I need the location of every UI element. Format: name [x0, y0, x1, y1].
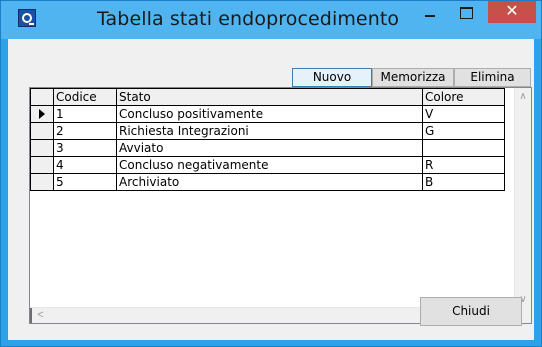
- table-header-row: Codice Stato Colore: [30, 88, 505, 106]
- title-bar[interactable]: Tabella stati endoprocedimento ✕: [1, 1, 541, 39]
- cell-colore[interactable]: B: [422, 173, 505, 191]
- cell-codice[interactable]: 1: [53, 105, 117, 123]
- table-row[interactable]: 1 Concluso positivamente V: [30, 105, 505, 123]
- column-header-stato[interactable]: Stato: [116, 88, 423, 106]
- cell-colore[interactable]: [422, 139, 505, 157]
- row-selector[interactable]: [30, 173, 54, 191]
- save-button[interactable]: Memorizza: [372, 68, 454, 87]
- cell-stato[interactable]: Archiviato: [116, 173, 423, 191]
- table-row[interactable]: 3 Avviato: [30, 139, 505, 157]
- cell-codice[interactable]: 5: [53, 173, 117, 191]
- column-header-codice[interactable]: Codice: [53, 88, 117, 106]
- cell-codice[interactable]: 3: [53, 139, 117, 157]
- vertical-scrollbar[interactable]: ∧ ∨: [514, 88, 531, 308]
- minimize-icon: [425, 15, 435, 17]
- cell-colore[interactable]: R: [422, 156, 505, 174]
- maximize-icon: [460, 7, 473, 19]
- close-button[interactable]: Chiudi: [420, 297, 522, 326]
- close-window-button[interactable]: ✕: [488, 1, 536, 23]
- cell-colore[interactable]: G: [422, 122, 505, 140]
- new-button[interactable]: Nuovo: [292, 68, 372, 87]
- column-header-colore[interactable]: Colore: [422, 88, 505, 106]
- table-row[interactable]: 5 Archiviato B: [30, 173, 505, 191]
- chevron-up-icon[interactable]: ∧: [515, 88, 531, 105]
- row-selector[interactable]: [30, 105, 54, 123]
- cell-stato[interactable]: Avviato: [116, 139, 423, 157]
- close-icon: ✕: [505, 1, 519, 20]
- dialog-window: Tabella stati endoprocedimento ✕ Nuovo M…: [0, 0, 542, 347]
- current-row-arrow-icon: [39, 109, 45, 119]
- minimize-button[interactable]: [416, 1, 443, 31]
- cell-codice[interactable]: 2: [53, 122, 117, 140]
- maximize-button[interactable]: [452, 1, 480, 31]
- row-selector-header: [30, 88, 54, 106]
- row-selector[interactable]: [30, 156, 54, 174]
- row-selector[interactable]: [30, 122, 54, 140]
- table-row[interactable]: 4 Concluso negativamente R: [30, 156, 505, 174]
- states-table: Codice Stato Colore 1 Concluso positivam…: [30, 88, 505, 191]
- cell-stato[interactable]: Concluso negativamente: [116, 156, 423, 174]
- dialog-client-area: Nuovo Memorizza Elimina Codice Stato Col…: [8, 39, 534, 340]
- window-title: Tabella stati endoprocedimento: [97, 8, 400, 30]
- cell-stato[interactable]: Richiesta Integrazioni: [116, 122, 423, 140]
- cell-colore[interactable]: V: [422, 105, 505, 123]
- table-row[interactable]: 2 Richiesta Integrazioni G: [30, 122, 505, 140]
- states-grid[interactable]: Codice Stato Colore 1 Concluso positivam…: [29, 87, 532, 324]
- chevron-left-icon[interactable]: <: [32, 308, 49, 323]
- row-selector[interactable]: [30, 139, 54, 157]
- app-logo-icon[interactable]: [18, 9, 36, 27]
- cell-codice[interactable]: 4: [53, 156, 117, 174]
- delete-button[interactable]: Elimina: [454, 68, 531, 87]
- cell-stato[interactable]: Concluso positivamente: [116, 105, 423, 123]
